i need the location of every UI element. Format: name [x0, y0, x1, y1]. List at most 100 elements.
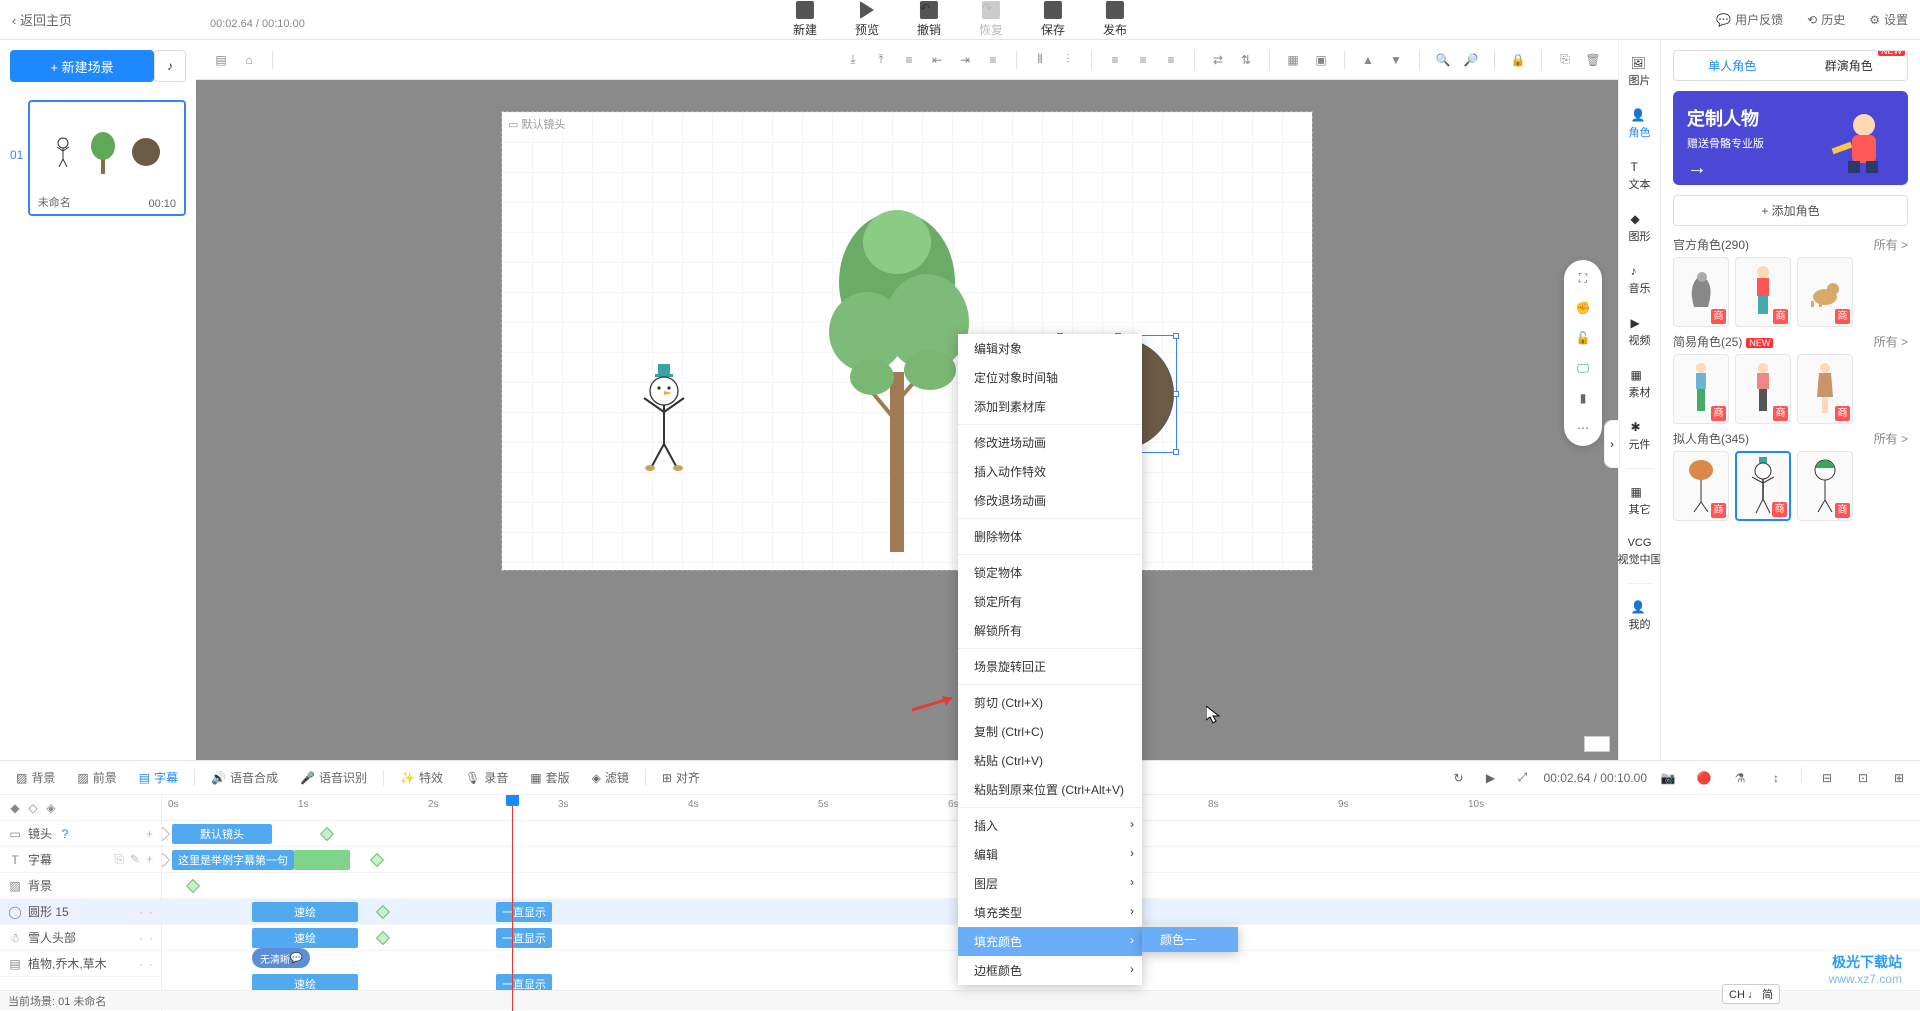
tl-loop-icon[interactable]: ↻ — [1448, 767, 1470, 789]
align-center-h-icon[interactable]: ≡ — [982, 49, 1004, 71]
preview-button[interactable]: 预览 — [855, 1, 879, 38]
tl-tab-subtitle[interactable]: ▤ 字幕 — [133, 765, 184, 790]
tl-camera-icon[interactable]: 📷 — [1657, 767, 1679, 789]
tl-tab-fx[interactable]: ✨ 特效 — [394, 765, 449, 790]
role-item[interactable]: 商 — [1673, 354, 1729, 424]
layers-icon[interactable]: ▤ — [210, 49, 232, 71]
block-always[interactable]: 一直显示 — [496, 902, 552, 922]
cm-lock[interactable]: 锁定物体 — [958, 558, 1142, 587]
role-item[interactable]: 商 — [1673, 451, 1729, 521]
keyframe[interactable] — [376, 905, 390, 919]
delete-icon[interactable]: 🗑 — [1582, 49, 1604, 71]
add-role-button[interactable]: + 添加角色 — [1673, 195, 1908, 226]
canvas-stage[interactable]: ▭ 默认镜头 — [196, 80, 1618, 760]
scene-item[interactable]: 01 未命名 00:10 — [10, 100, 186, 216]
cm-locate-timeline[interactable]: 定位对象时间轴 — [958, 363, 1142, 392]
role-item[interactable]: 商 — [1673, 257, 1729, 327]
snowman-object[interactable] — [638, 364, 690, 472]
rtab-material[interactable]: ▦素材 — [1621, 364, 1659, 404]
tl-tab-filter[interactable]: ◈ 滤镜 — [586, 765, 635, 790]
cm-insert-action-fx[interactable]: 插入动作特效 — [958, 457, 1142, 486]
rtab-component[interactable]: ✱元件 — [1621, 416, 1659, 456]
canvas-mode-toggle[interactable] — [1584, 736, 1610, 752]
tl-tab-template[interactable]: ▦ 套版 — [524, 765, 575, 790]
text-center-icon[interactable]: ≡ — [1132, 49, 1154, 71]
row-plant[interactable]: ▤植物,乔木,草木·· — [0, 951, 161, 977]
role-item[interactable]: 商 — [1797, 257, 1853, 327]
cat-official-all[interactable]: 所有 > — [1874, 236, 1908, 253]
monitor-icon[interactable]: 🖵 — [1573, 360, 1593, 376]
cm-edit-object[interactable]: 编辑对象 — [958, 334, 1142, 363]
ime-indicator[interactable]: CH ♩ 简 — [1722, 984, 1780, 1004]
cm-layer[interactable]: 图层 — [958, 869, 1142, 898]
rtab-role[interactable]: 👤角色 — [1621, 104, 1659, 144]
zoom-out-icon[interactable]: 🔎 — [1460, 49, 1482, 71]
tl-tab-record[interactable]: 🎙 录音 — [459, 765, 514, 790]
promo-card[interactable]: 定制人物 赠送骨骼专业版 → — [1673, 91, 1908, 185]
row-snowhead[interactable]: ☃雪人头部·· — [0, 925, 161, 951]
stage[interactable]: ▭ 默认镜头 — [502, 112, 1312, 570]
row-shot[interactable]: ▭镜头?+ — [0, 821, 161, 847]
kf-add[interactable] — [162, 827, 170, 841]
help-icon[interactable]: ? — [58, 827, 72, 841]
block-fadein[interactable]: 速绘 — [252, 902, 358, 922]
save-button[interactable]: 保存 — [1041, 1, 1065, 38]
send-back-icon[interactable]: ▼ — [1385, 49, 1407, 71]
cm-color-one[interactable]: 颜色一 — [1142, 927, 1238, 952]
tl-tab-align[interactable]: ⊞ 对齐 — [656, 765, 706, 790]
tl-tab-fg[interactable]: ▨ 前景 — [71, 765, 122, 790]
flip-v-icon[interactable]: ⇅ — [1235, 49, 1257, 71]
unlock-icon[interactable]: 🔓 — [1573, 330, 1593, 346]
ungroup-icon[interactable]: ▣ — [1310, 49, 1332, 71]
rtab-mine[interactable]: 👤我的 — [1621, 596, 1659, 636]
cm-delete[interactable]: 删除物体 — [958, 522, 1142, 551]
tl-sort-icon[interactable]: ↕ — [1765, 767, 1787, 789]
tl-shrink-icon[interactable]: ⊟ — [1816, 767, 1838, 789]
keyframe[interactable] — [376, 931, 390, 945]
more-icon[interactable]: ⋯ — [1573, 420, 1593, 436]
history-button[interactable]: ⟲ 历史 — [1807, 11, 1845, 28]
cat-simple-all[interactable]: 所有 > — [1874, 333, 1908, 350]
align-right-icon[interactable]: ⇥ — [954, 49, 976, 71]
role-item[interactable]: 商 — [1735, 354, 1791, 424]
role-item-selected[interactable]: 商 — [1735, 451, 1791, 521]
anno-chip[interactable]: 无清晰 💬 — [252, 948, 310, 968]
keyframe[interactable] — [320, 827, 334, 841]
playhead[interactable] — [512, 795, 513, 1011]
fullscreen-icon[interactable]: ⛶ — [1573, 270, 1593, 286]
tl-tab-tts[interactable]: 🔊 语音合成 — [205, 765, 284, 790]
block-fade[interactable] — [294, 850, 350, 870]
role-item[interactable]: 商 — [1797, 354, 1853, 424]
align-bottom-icon[interactable]: ⤓ — [842, 49, 864, 71]
group-icon[interactable]: ▦ — [1282, 49, 1304, 71]
tl-play-icon[interactable]: ▶ — [1480, 767, 1502, 789]
keyframe[interactable] — [370, 853, 384, 867]
rtab-text[interactable]: T文本 — [1621, 156, 1659, 196]
cm-add-to-library[interactable]: 添加到素材库 — [958, 392, 1142, 421]
settings-button[interactable]: ⚙ 设置 — [1869, 11, 1908, 28]
row-bg[interactable]: ▨背景 — [0, 873, 161, 899]
block-default-shot[interactable]: 默认镜头 — [172, 824, 272, 844]
redo-button[interactable]: ↷恢复 — [979, 1, 1003, 38]
cm-fill-color[interactable]: 填充颜色 颜色一 — [958, 927, 1142, 956]
flip-h-icon[interactable]: ⇄ — [1207, 49, 1229, 71]
cm-unlock-all[interactable]: 解锁所有 — [958, 616, 1142, 645]
tl-grow-icon[interactable]: ⊞ — [1888, 767, 1910, 789]
cm-edit[interactable]: 编辑 — [958, 840, 1142, 869]
tab-single-role[interactable]: 单人角色 — [1674, 51, 1791, 80]
row-circle[interactable]: ◯圆形 15·· — [0, 899, 161, 925]
rtab-vcg[interactable]: VCG视觉中国 — [1621, 533, 1659, 571]
distribute-v-icon[interactable]: ⫶ — [1057, 49, 1079, 71]
tl-fit-icon[interactable]: ⊡ — [1852, 767, 1874, 789]
tab-group-role[interactable]: 群演角色NEW — [1791, 51, 1908, 80]
cat-humanoid-all[interactable]: 所有 > — [1874, 430, 1908, 447]
block-fadein[interactable]: 速绘 — [252, 928, 358, 948]
cm-cut[interactable]: 剪切 (Ctrl+X) — [958, 688, 1142, 717]
tl-expand-icon[interactable]: ⤢ — [1512, 767, 1534, 789]
zoom-in-icon[interactable]: 🔍 — [1432, 49, 1454, 71]
rtab-music[interactable]: ♪音乐 — [1621, 260, 1659, 300]
rtab-shape[interactable]: ◆图形 — [1621, 208, 1659, 248]
new-scene-button[interactable]: + 新建场景 — [10, 50, 154, 82]
block-always[interactable]: 一直显示 — [496, 928, 552, 948]
role-item[interactable]: 商 — [1797, 451, 1853, 521]
